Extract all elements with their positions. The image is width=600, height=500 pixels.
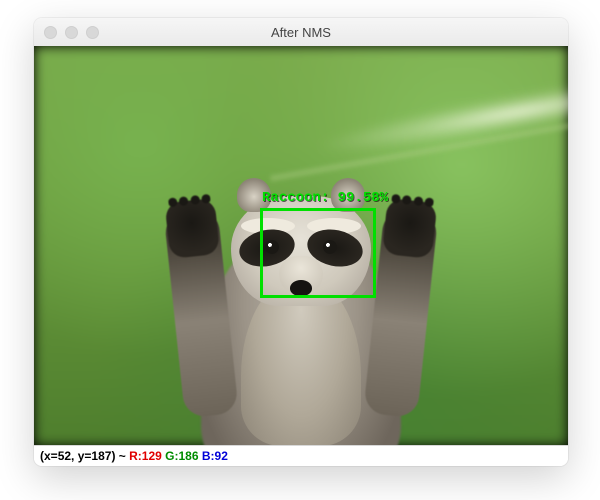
pixel-b: 92 — [215, 446, 228, 466]
minimize-icon[interactable] — [65, 26, 78, 39]
cursor-y: 187 — [91, 446, 111, 466]
window-title: After NMS — [34, 25, 568, 40]
cursor-x: 52 — [58, 446, 71, 466]
app-window: After NMS Raccoon: 99 — [34, 18, 568, 466]
titlebar[interactable]: After NMS — [34, 18, 568, 47]
coord-mid: , y= — [71, 446, 91, 466]
pixel-r-label: R: — [129, 446, 142, 466]
detection-label: Raccoon: 99.58% — [262, 190, 388, 206]
pixel-g-label: G: — [165, 446, 178, 466]
pixel-b-label: B: — [202, 446, 215, 466]
traffic-lights — [34, 26, 99, 39]
pixel-g: 186 — [179, 446, 199, 466]
pixel-r: 129 — [142, 446, 162, 466]
coord-prefix: (x= — [40, 446, 58, 466]
coord-suffix: ) ~ — [111, 446, 129, 466]
detection-bounding-box — [260, 208, 376, 298]
zoom-icon[interactable] — [86, 26, 99, 39]
image-viewport[interactable]: Raccoon: 99.58% — [34, 46, 568, 446]
close-icon[interactable] — [44, 26, 57, 39]
status-bar: (x=52, y=187) ~ R:129 G:186 B:92 — [34, 445, 568, 466]
